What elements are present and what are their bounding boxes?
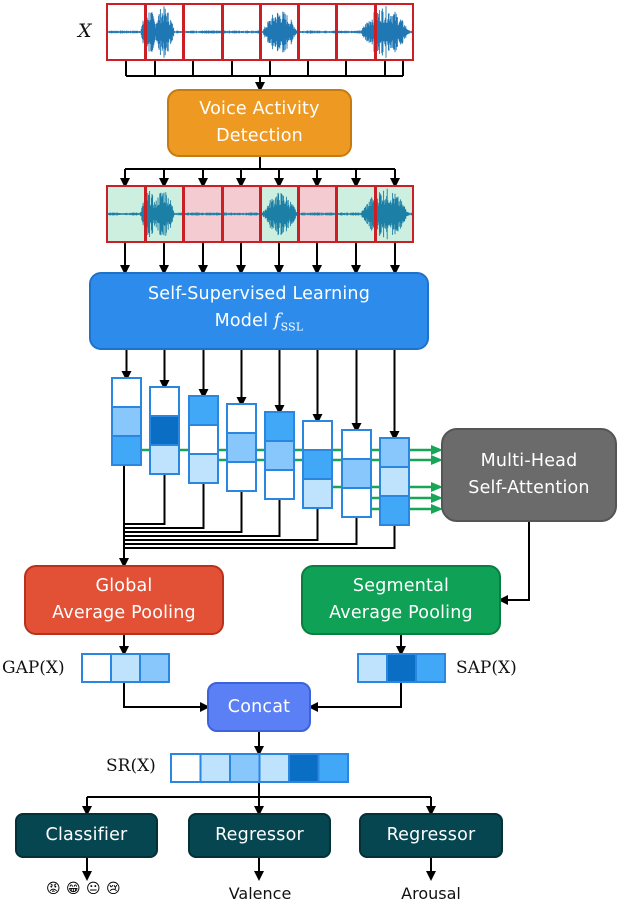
- classifier-label: Classifier: [45, 825, 128, 845]
- collector-line: [124, 499, 281, 537]
- emotion-happy-icon: 😁: [66, 881, 81, 897]
- vad-box: Voice Activity Detection: [167, 89, 352, 157]
- feature-cell: [111, 377, 142, 408]
- feature-cell: [188, 453, 219, 484]
- input-waveform: [106, 3, 414, 61]
- gap-line1: Global: [95, 576, 153, 596]
- sap-vector: [357, 653, 446, 683]
- vector-cell: [110, 653, 141, 683]
- collector-line: [124, 474, 166, 525]
- vector-cell: [386, 653, 417, 683]
- input-label: X: [78, 20, 92, 42]
- emotion-neutral-icon: 😐: [86, 881, 101, 897]
- sap-line2: Average Pooling: [329, 603, 473, 623]
- feature-cell: [111, 435, 142, 466]
- feature-cell: [341, 487, 372, 518]
- feature-cell: [149, 386, 180, 417]
- arousal-output: Arousal: [401, 884, 461, 903]
- feature-cell: [111, 406, 142, 437]
- gap-box: Global Average Pooling: [24, 565, 224, 635]
- vector-cell: [288, 753, 320, 783]
- emotion-angry-icon: 😡: [46, 881, 61, 897]
- mhsa-line1: Multi-Head: [480, 451, 578, 471]
- ssl-symbol: f: [273, 311, 281, 332]
- feature-cell: [264, 411, 295, 442]
- arrow-to-sap: [498, 522, 530, 605]
- arousal-regressor-label: Regressor: [386, 825, 476, 845]
- sr-vector-label: SR(X): [106, 756, 156, 776]
- valence-regressor-label: Regressor: [215, 825, 304, 845]
- sap-box: Segmental Average Pooling: [301, 565, 501, 635]
- valence-regressor-box: Regressor: [188, 813, 331, 858]
- frame-vector: [111, 377, 142, 466]
- ssl-line2: Model: [214, 311, 274, 332]
- vector-cell: [199, 753, 231, 783]
- frame-vector: [302, 420, 333, 509]
- vector-cell: [229, 753, 261, 783]
- frame-feature-vectors: [111, 377, 410, 526]
- sap-vector-label: SAP(X): [456, 658, 517, 678]
- vector-cell: [415, 653, 446, 683]
- gap-to-concat: [123, 682, 210, 712]
- ssl-subscript: SSL: [280, 320, 304, 334]
- feature-cell: [302, 478, 333, 509]
- feature-cell: [149, 444, 180, 475]
- feature-cell: [188, 395, 219, 426]
- sr-vector: [170, 753, 349, 783]
- emotion-sad-icon: 😢: [106, 881, 121, 897]
- gap-vector-label: GAP(X): [2, 658, 65, 678]
- vector-cell: [317, 753, 349, 783]
- frame-vector: [149, 386, 180, 475]
- sap-line1: Segmental: [352, 576, 450, 596]
- mhsa-line2: Self-Attention: [468, 478, 590, 498]
- frame-vector: [226, 403, 257, 492]
- feature-cell: [226, 432, 257, 463]
- concat-label: Concat: [227, 696, 291, 717]
- ssl-line1: Self-Supervised Learning: [147, 284, 371, 305]
- mhsa-box: Multi-Head Self-Attention: [441, 428, 617, 522]
- valence-output: Valence: [228, 884, 292, 903]
- concat-box: Concat: [207, 682, 311, 732]
- feature-cell: [264, 469, 295, 500]
- feature-cell: [379, 466, 410, 497]
- vad-line1: Voice Activity: [199, 99, 320, 119]
- arousal-regressor-box: Regressor: [359, 813, 503, 858]
- gap-vector: [81, 653, 170, 683]
- feature-cell: [341, 429, 372, 460]
- ssl-box: Self-Supervised Learning Model fSSL: [89, 272, 429, 350]
- feature-cell: [226, 403, 257, 434]
- feature-cell: [226, 461, 257, 492]
- feature-cell: [302, 420, 333, 451]
- frame-vector: [379, 437, 410, 526]
- collector-line: [124, 491, 243, 533]
- feature-cell: [188, 424, 219, 455]
- gap-line2: Average Pooling: [52, 603, 196, 623]
- vector-cell: [357, 653, 388, 683]
- sap-to-concat: [308, 682, 402, 712]
- vad-line2: Detection: [216, 126, 303, 146]
- vector-cell: [81, 653, 112, 683]
- feature-cell: [302, 449, 333, 480]
- feature-cell: [379, 437, 410, 468]
- vector-cell: [139, 653, 170, 683]
- feature-cell: [379, 495, 410, 526]
- feature-cell: [264, 440, 295, 471]
- frame-vector: [264, 411, 295, 500]
- frame-vector: [341, 429, 372, 518]
- feature-cell: [341, 458, 372, 489]
- feature-cell: [149, 415, 180, 446]
- vector-cell: [170, 753, 202, 783]
- frame-vector: [188, 395, 219, 484]
- classifier-box: Classifier: [15, 813, 158, 858]
- vad-waveform: [106, 185, 414, 243]
- vector-cell: [258, 753, 290, 783]
